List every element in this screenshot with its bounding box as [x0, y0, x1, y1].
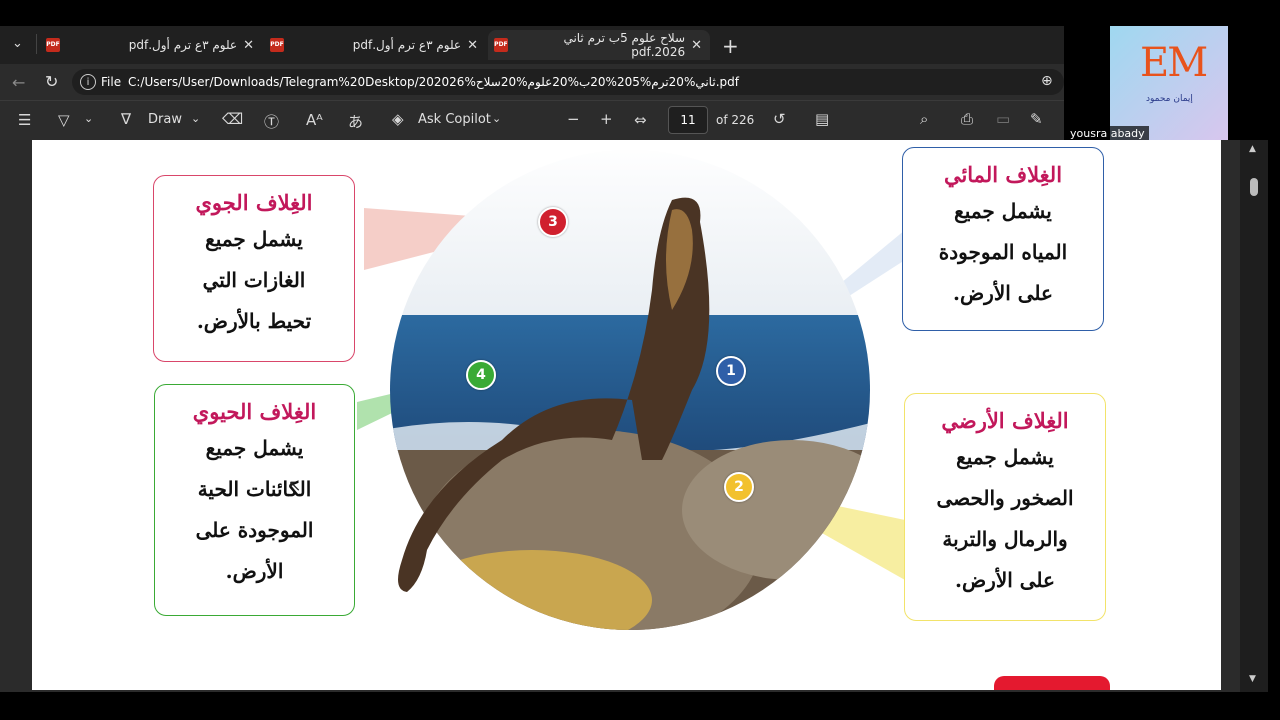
box-line: الأرض. [225, 559, 284, 583]
scheme-label: File [101, 75, 122, 89]
reload-icon[interactable]: ↻ [45, 72, 58, 91]
tab-1[interactable]: PDF علوم ٣ع ترم أول.pdf ✕ [40, 30, 262, 60]
info-icon[interactable]: i [80, 74, 96, 90]
draw-icon[interactable]: ∇ [121, 110, 131, 128]
box-line: يشمل جميع [956, 445, 1054, 469]
pdf-page: 3 4 1 2 الغِلاف الجوي يشمل جميع الغازات … [32, 140, 1221, 690]
box-line: والرمال والتربة [942, 527, 1068, 551]
scroll-down-icon[interactable]: ▼ [1249, 674, 1256, 684]
box-line: يشمل جميع [205, 436, 304, 460]
biosphere-box: الغِلاف الحيوي يشمل جميع الكائنات الحية … [154, 384, 355, 616]
url-text[interactable]: C:/Users/User/Downloads/Telegram%20Deskt… [128, 75, 1008, 89]
eraser-icon[interactable]: ⌫ [222, 110, 243, 128]
screen-bottom-strip [0, 692, 1280, 720]
scrollbar[interactable]: ▲ ▼ [1240, 140, 1268, 692]
box-body: يشمل جميع الصخور والحصى والرمال والتربة … [905, 437, 1105, 601]
lithosphere-box: الغِلاف الأرضي يشمل جميع الصخور والحصى و… [904, 393, 1106, 621]
pdf-icon: PDF [46, 38, 60, 52]
chevron-down-icon[interactable]: ⌄ [84, 112, 93, 125]
zoom-out-icon[interactable]: − [567, 110, 580, 128]
back-arrow-icon[interactable]: ← [12, 73, 25, 92]
box-title: الغِلاف الأرضي [941, 408, 1069, 433]
page-view-icon[interactable]: ▤ [815, 110, 829, 128]
box-line: الموجودة على [195, 518, 314, 542]
search-icon[interactable]: ⌕ [920, 110, 928, 128]
new-tab-button[interactable]: + [722, 34, 739, 58]
page-total: of 226 [716, 113, 755, 127]
tab-divider [36, 34, 37, 54]
pdf-icon: PDF [270, 38, 284, 52]
box-title: الغِلاف الحيوي [192, 399, 317, 424]
box-line: على الأرض. [953, 281, 1053, 305]
scroll-thumb[interactable] [1250, 178, 1258, 196]
chevron-down-icon[interactable]: ⌄ [492, 112, 501, 125]
box-line: يشمل جميع [954, 199, 1052, 223]
tab-label: علوم ٣ع ترم أول.pdf [352, 38, 462, 52]
box-line: الكائنات الحية [197, 477, 312, 501]
translate-icon[interactable]: あ [348, 111, 363, 132]
close-tab-icon[interactable]: ✕ [467, 38, 478, 53]
rotate-icon[interactable]: ↺ [773, 110, 786, 128]
ask-copilot-button[interactable]: Ask Copilot [418, 112, 491, 127]
save-icon[interactable]: ▭ [996, 110, 1010, 128]
screen-top-strip [0, 0, 1280, 26]
box-line: الغازات التي [202, 268, 306, 292]
tab-list-dropdown[interactable]: ⌄ [12, 36, 23, 51]
close-tab-icon[interactable]: ✕ [691, 38, 702, 53]
logo-caption: إيمان محمود [1146, 94, 1193, 104]
highlight-icon[interactable]: ▽ [58, 111, 70, 129]
copilot-icon[interactable]: ◈ [392, 110, 404, 128]
marker-3: 3 [538, 207, 568, 237]
box-body: يشمل جميع الغازات التي تحيط بالأرض. [154, 219, 354, 342]
chevron-down-icon[interactable]: ⌄ [191, 112, 200, 125]
scroll-up-icon[interactable]: ▲ [1249, 144, 1256, 154]
box-line: تحيط بالأرض. [196, 309, 312, 333]
fit-width-icon[interactable]: ⇔ [634, 111, 647, 129]
zoom-icon[interactable]: ⊕ [1041, 73, 1053, 89]
marker-1: 1 [716, 356, 746, 386]
save-as-icon[interactable]: ✎ [1030, 110, 1043, 128]
read-aloud-icon[interactable]: Aᴬ [306, 111, 323, 129]
box-body: يشمل جميع المياه الموجودة على الأرض. [903, 191, 1103, 314]
mouse-cursor-icon: ↖ [288, 476, 302, 495]
atmosphere-box: الغِلاف الجوي يشمل جميع الغازات التي تحي… [153, 175, 355, 362]
box-line: على الأرض. [955, 568, 1055, 592]
box-title: الغِلاف الجوي [195, 190, 313, 215]
marker-2: 2 [724, 472, 754, 502]
bottom-red-label [994, 676, 1110, 690]
tab-label: علوم ٣ع ترم أول.pdf [128, 38, 238, 52]
box-line: يشمل جميع [205, 227, 303, 251]
marker-4: 4 [466, 360, 496, 390]
tab-3-active[interactable]: PDF سلاح علوم 5ب ترم ثاني 2026.pdf ✕ [488, 30, 710, 60]
tab-2[interactable]: PDF علوم ٣ع ترم أول.pdf ✕ [264, 30, 486, 60]
zoom-in-icon[interactable]: + [600, 110, 613, 128]
close-tab-icon[interactable]: ✕ [243, 38, 254, 53]
logo-text: EM [1140, 40, 1208, 86]
text-icon[interactable]: Ⓣ [264, 111, 279, 132]
page-number-input[interactable]: 11 [668, 106, 708, 134]
box-body: يشمل جميع الكائنات الحية الموجودة على ال… [155, 428, 354, 592]
pdf-icon: PDF [494, 38, 508, 52]
print-icon[interactable]: ⎙ [961, 110, 973, 128]
box-line: الصخور والحصى [936, 486, 1074, 510]
draw-button[interactable]: Draw [148, 112, 182, 127]
box-line: المياه الموجودة [938, 240, 1068, 264]
box-title: الغِلاف المائي [943, 162, 1063, 187]
tab-label: سلاح علوم 5ب ترم ثاني 2026.pdf [563, 31, 686, 59]
hydrosphere-box: الغِلاف المائي يشمل جميع المياه الموجودة… [902, 147, 1104, 331]
contents-icon[interactable]: ☰ [18, 111, 31, 129]
